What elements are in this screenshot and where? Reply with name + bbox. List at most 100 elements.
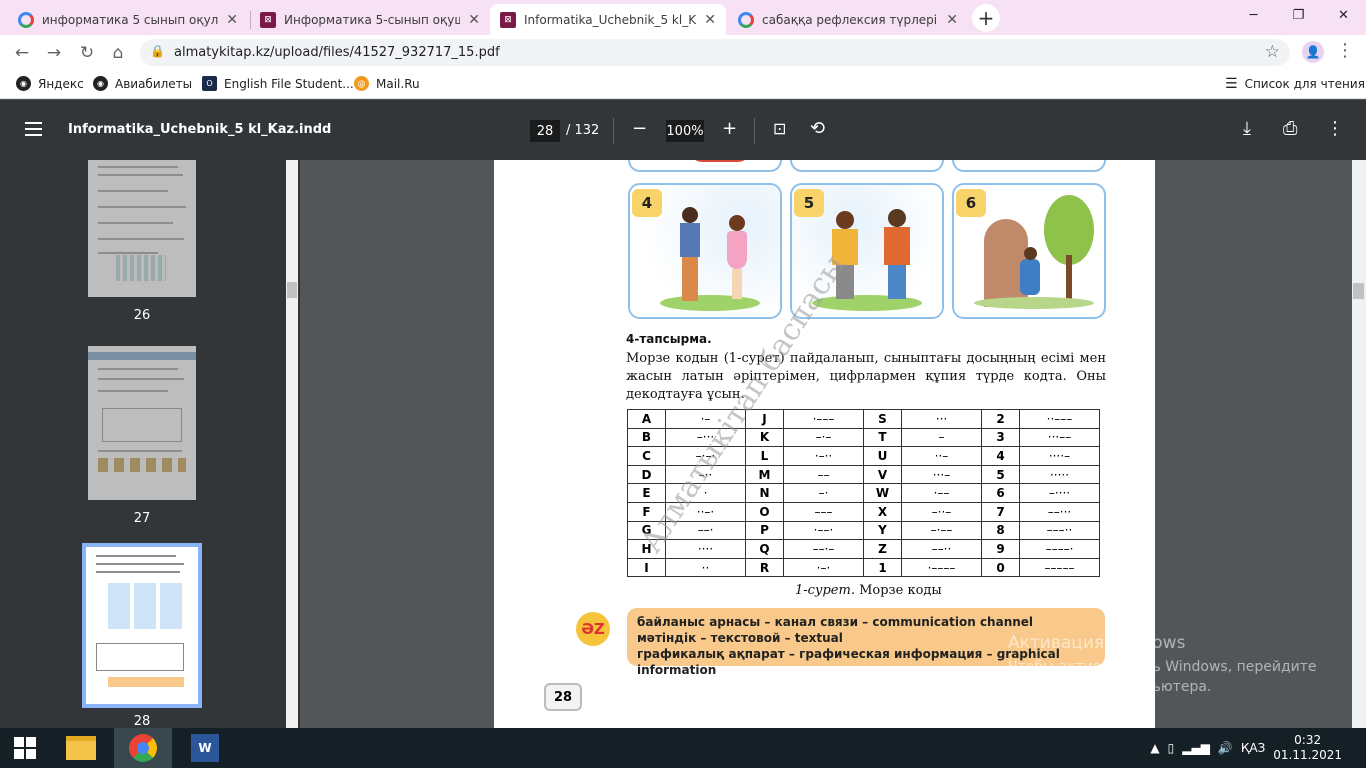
volume-icon[interactable]: 🔊 bbox=[1218, 741, 1233, 755]
morse-char: N bbox=[745, 483, 784, 503]
windows-logo-icon bbox=[14, 737, 36, 759]
morse-char: 4 bbox=[981, 446, 1020, 466]
caption-figure-ref: 1-сурет. bbox=[795, 583, 855, 598]
forward-icon[interactable]: → bbox=[42, 41, 66, 65]
zoom-in-button[interactable]: + bbox=[722, 118, 737, 140]
google-icon bbox=[738, 11, 754, 28]
english-file-icon: O bbox=[202, 76, 217, 91]
rotate-icon[interactable]: ⟲ bbox=[810, 118, 825, 140]
word-icon: W bbox=[191, 734, 219, 762]
chrome-menu-icon[interactable]: ⋮ bbox=[1336, 40, 1354, 61]
clock[interactable]: 0:32 01.11.2021 bbox=[1273, 733, 1342, 763]
more-options-icon[interactable]: ⋮ bbox=[1326, 118, 1344, 140]
tab-4[interactable]: сабаққа рефлексия түрлері - Go ✕ bbox=[728, 4, 968, 35]
fit-page-icon[interactable]: ⊡ bbox=[773, 118, 786, 140]
tab-title: информатика 5 сынып оқулық А bbox=[42, 12, 219, 27]
morse-row: I ·· R ·–· 1 ·–––– 0 ––––– bbox=[627, 557, 1100, 578]
browser-toolbar: ← → ↻ ⌂ 🔒 almatykitap.kz/upload/files/41… bbox=[0, 35, 1366, 69]
folder-icon bbox=[66, 736, 96, 760]
close-icon[interactable]: ✕ bbox=[468, 12, 480, 28]
menu-icon[interactable] bbox=[25, 122, 42, 136]
tab-1[interactable]: информатика 5 сынып оқулық А ✕ bbox=[8, 4, 248, 35]
morse-char: M bbox=[745, 464, 784, 485]
reading-list-icon: ☰ bbox=[1225, 76, 1238, 92]
close-icon[interactable]: ✕ bbox=[946, 12, 958, 28]
clock-time: 0:32 bbox=[1294, 733, 1322, 747]
morse-code: ––·– bbox=[783, 539, 864, 559]
bookmarks-bar: ◉ Яндекс ◉ Авиабилеты O English File Studen… bbox=[0, 69, 1366, 99]
lock-icon[interactable]: 🔒 bbox=[150, 44, 165, 58]
main-scroll-thumb[interactable] bbox=[1353, 283, 1364, 299]
bookmark-star-icon[interactable]: ☆ bbox=[1265, 42, 1280, 62]
sidebar-scrollbar[interactable] bbox=[286, 160, 298, 728]
picture-card-4: 4 4 bbox=[628, 183, 782, 319]
tab-2[interactable]: ⊠ Информатика 5-сынып оқушыл ✕ bbox=[250, 4, 490, 35]
print-icon[interactable]: ⎙ bbox=[1283, 118, 1297, 140]
morse-code: ·–· bbox=[783, 557, 864, 578]
tab-title: Информатика 5-сынып оқушыл bbox=[284, 12, 461, 27]
morse-code: –·–– bbox=[901, 520, 982, 541]
reading-list-button[interactable]: ☰ Список для чтения bbox=[1225, 76, 1365, 92]
close-window-button[interactable]: ✕ bbox=[1321, 0, 1366, 30]
address-bar[interactable]: 🔒 almatykitap.kz/upload/files/41527_9327… bbox=[140, 39, 1290, 66]
battery-icon[interactable]: ▯ bbox=[1168, 741, 1175, 755]
show-hidden-icons[interactable]: ▲ bbox=[1150, 741, 1159, 755]
main-scrollbar[interactable] bbox=[1352, 160, 1366, 728]
morse-row: H ···· Q ––·– Z ––·· 9 ––––· bbox=[627, 539, 1100, 559]
google-icon bbox=[18, 11, 34, 28]
start-button[interactable] bbox=[0, 728, 50, 768]
page-number-input[interactable]: 28 bbox=[530, 120, 560, 142]
morse-code: ·–––– bbox=[901, 557, 982, 578]
morse-code: ·–– bbox=[901, 483, 982, 503]
file-explorer-button[interactable] bbox=[52, 728, 110, 768]
morse-char: K bbox=[745, 427, 784, 448]
bookmark-yandex[interactable]: ◉ Яндекс bbox=[16, 76, 84, 91]
morse-code: –·– bbox=[783, 427, 864, 448]
network-icon[interactable]: ▂▄▆ bbox=[1182, 741, 1210, 755]
zoom-out-button[interactable]: − bbox=[632, 118, 647, 140]
word-taskbar-button[interactable]: W bbox=[176, 728, 234, 768]
page-number-badge: 28 bbox=[544, 683, 582, 711]
morse-char: L bbox=[745, 446, 784, 466]
morse-char: R bbox=[745, 557, 784, 578]
sidebar-scroll-thumb[interactable] bbox=[287, 282, 297, 298]
thumbnail-page-27[interactable] bbox=[88, 346, 196, 500]
morse-code: ––– bbox=[783, 501, 864, 522]
bookmark-mailru[interactable]: @ Mail.Ru bbox=[354, 76, 420, 91]
zoom-input[interactable]: 100% bbox=[666, 120, 704, 142]
dictionary-icon: ӘZ bbox=[576, 612, 610, 646]
card-number: 4 bbox=[632, 189, 662, 217]
bookmark-english-file[interactable]: O English File Student... bbox=[202, 76, 354, 91]
bookmark-aviabilety[interactable]: ◉ Авиабилеты bbox=[93, 76, 192, 91]
morse-char: X bbox=[863, 501, 902, 522]
morse-code: –···· bbox=[1019, 483, 1100, 503]
morse-char: U bbox=[863, 446, 902, 466]
new-tab-button[interactable]: + bbox=[972, 4, 1000, 32]
language-indicator[interactable]: ҚАЗ bbox=[1241, 741, 1265, 755]
download-icon[interactable]: ⤓ bbox=[1243, 118, 1251, 140]
home-icon[interactable]: ⌂ bbox=[106, 41, 130, 65]
close-icon[interactable]: ✕ bbox=[226, 12, 238, 28]
morse-char: Z bbox=[863, 539, 902, 559]
morse-code: ····· bbox=[1019, 464, 1100, 485]
chrome-taskbar-button[interactable] bbox=[114, 728, 172, 768]
profile-avatar[interactable]: 👤 bbox=[1302, 41, 1324, 63]
back-icon[interactable]: ← bbox=[10, 41, 34, 65]
thumbnail-page-28-active[interactable] bbox=[82, 543, 202, 708]
minimize-button[interactable]: ─ bbox=[1231, 0, 1276, 30]
pdf-toolbar: Informatika_Uchebnik_5 kl_Kaz.indd 28 / … bbox=[0, 100, 1366, 160]
morse-char: 5 bbox=[981, 464, 1020, 485]
morse-code: ·––· bbox=[783, 520, 864, 541]
morse-char: A bbox=[627, 409, 666, 429]
morse-row: G ––· P ·––· Y –·–– 8 –––·· bbox=[627, 520, 1100, 541]
morse-code: ··· bbox=[901, 409, 982, 429]
page-total: / 132 bbox=[566, 123, 600, 138]
tab-3-active[interactable]: ⊠ Informatika_Uchebnik_5 kl_Kaz.in ✕ bbox=[490, 4, 726, 35]
chrome-icon bbox=[129, 734, 157, 762]
task-text: Морзе кодын (1-сурет) пайдаланып, сыныпт… bbox=[626, 351, 1106, 402]
url-text[interactable]: almatykitap.kz/upload/files/41527_932717… bbox=[174, 45, 500, 60]
close-icon[interactable]: ✕ bbox=[704, 12, 716, 28]
thumbnail-page-26[interactable] bbox=[88, 160, 196, 297]
reload-icon[interactable]: ↻ bbox=[75, 41, 99, 65]
restore-button[interactable]: ❐ bbox=[1276, 0, 1321, 30]
